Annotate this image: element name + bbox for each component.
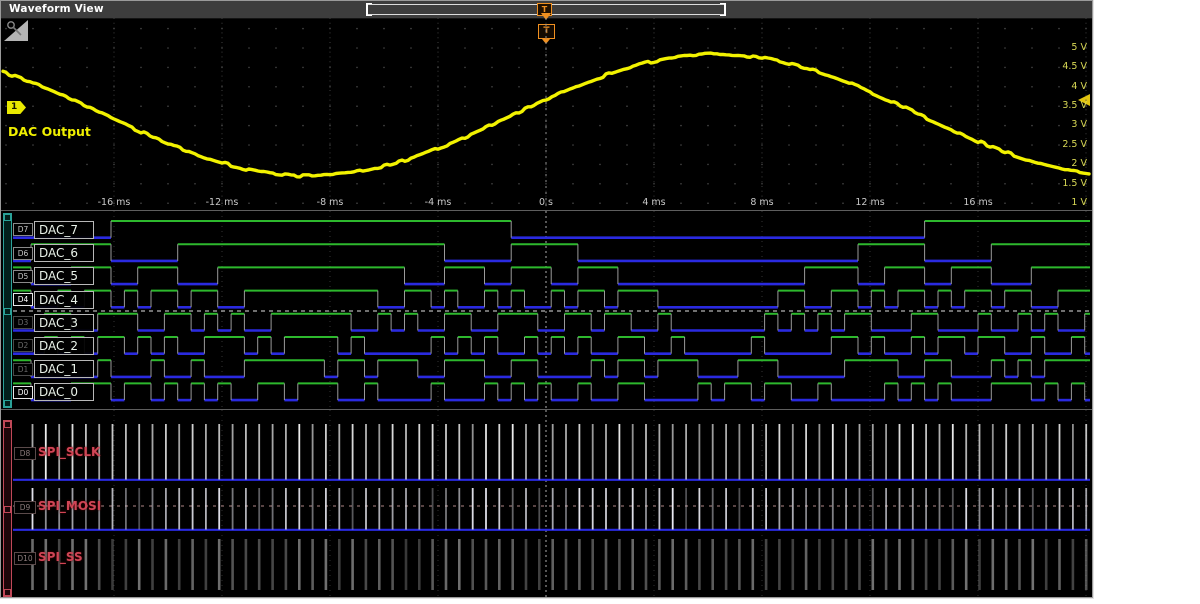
voltage-tick: 4.5 V bbox=[1062, 61, 1087, 73]
grip-icon bbox=[4, 506, 11, 513]
time-tick: 4 ms bbox=[622, 197, 686, 208]
spi-channel-badge[interactable]: D10 bbox=[14, 552, 36, 565]
grip-icon bbox=[4, 400, 11, 407]
voltage-tick: 4 V bbox=[1071, 81, 1087, 93]
grip-icon bbox=[4, 421, 11, 428]
time-tick: -16 ms bbox=[82, 197, 146, 208]
voltage-tick: 1 V bbox=[1071, 197, 1087, 209]
digital-channel-label[interactable]: DAC_5 bbox=[34, 267, 94, 285]
digital-channel-badge[interactable]: D4 bbox=[13, 293, 33, 306]
voltage-tick: 2 V bbox=[1071, 158, 1087, 170]
spi-bus-area: D8 SPI_SCLK D9 SPI_MOSI D10 SPI_SS bbox=[1, 410, 1092, 597]
voltage-tick: 1.5 V bbox=[1062, 178, 1087, 190]
digital-channel-label[interactable]: DAC_0 bbox=[34, 383, 94, 401]
analog-channel-area: 1 DAC Output 5 V 4.5 V 4 V 3.5 V 3 V 2.5… bbox=[1, 18, 1092, 210]
time-tick: -4 ms bbox=[406, 197, 470, 208]
voltage-tick: 5 V bbox=[1071, 42, 1087, 54]
spi-channel-label[interactable]: SPI_SS bbox=[38, 550, 83, 564]
digital-channel-label[interactable]: DAC_1 bbox=[34, 360, 94, 378]
spi-channel-badge[interactable]: D9 bbox=[14, 501, 36, 514]
digital-channel-badge[interactable]: D0 bbox=[13, 386, 33, 399]
time-tick: 8 ms bbox=[730, 197, 794, 208]
digital-waveforms bbox=[1, 211, 1092, 409]
overview-left-bracket-icon[interactable] bbox=[366, 3, 372, 16]
analog-waveform bbox=[1, 18, 1092, 210]
digital-group-handle[interactable] bbox=[3, 213, 12, 408]
digital-channel-label[interactable]: DAC_3 bbox=[34, 314, 94, 332]
digital-bus-area: D7 DAC_7 D6 DAC_6 D5 DAC_5 D4 DAC_4 D3 D… bbox=[1, 211, 1092, 409]
digital-channel-badge[interactable]: D3 bbox=[13, 316, 33, 329]
time-tick: 16 ms bbox=[946, 197, 1010, 208]
zoom-corner-icon[interactable] bbox=[1, 18, 31, 44]
time-tick: 0 s bbox=[514, 197, 578, 208]
digital-channel-label[interactable]: DAC_7 bbox=[34, 221, 94, 239]
spi-channel-label[interactable]: SPI_SCLK bbox=[38, 445, 100, 459]
spi-channel-label[interactable]: SPI_MOSI bbox=[38, 499, 101, 513]
digital-channel-badge[interactable]: D1 bbox=[13, 363, 33, 376]
grip-icon bbox=[4, 214, 11, 221]
grip-icon bbox=[4, 308, 11, 315]
digital-channel-label[interactable]: DAC_2 bbox=[34, 337, 94, 355]
digital-channel-label[interactable]: DAC_4 bbox=[34, 291, 94, 309]
spi-channel-badge[interactable]: D8 bbox=[14, 447, 36, 460]
voltage-tick: 3.5 V bbox=[1062, 100, 1087, 112]
spi-waveforms bbox=[1, 410, 1092, 597]
page-title: Waveform View bbox=[9, 3, 104, 15]
grip-icon bbox=[4, 589, 11, 596]
time-tick: -8 ms bbox=[298, 197, 362, 208]
voltage-tick: 2.5 V bbox=[1062, 139, 1087, 151]
ch1-label[interactable]: DAC Output bbox=[8, 124, 91, 139]
digital-channel-badge[interactable]: D7 bbox=[13, 223, 33, 236]
digital-channel-badge[interactable]: D2 bbox=[13, 339, 33, 352]
spi-group-handle[interactable] bbox=[3, 420, 12, 597]
voltage-tick: 3 V bbox=[1071, 119, 1087, 131]
time-tick: 12 ms bbox=[838, 197, 902, 208]
digital-channel-label[interactable]: DAC_6 bbox=[34, 244, 94, 262]
time-tick: -12 ms bbox=[190, 197, 254, 208]
overview-right-bracket-icon[interactable] bbox=[720, 3, 726, 16]
digital-channel-badge[interactable]: D6 bbox=[13, 247, 33, 260]
digital-channel-badge[interactable]: D5 bbox=[13, 270, 33, 283]
waveform-view-window: Waveform View T T 1 DAC Output 5 V 4.5 V… bbox=[0, 0, 1093, 598]
